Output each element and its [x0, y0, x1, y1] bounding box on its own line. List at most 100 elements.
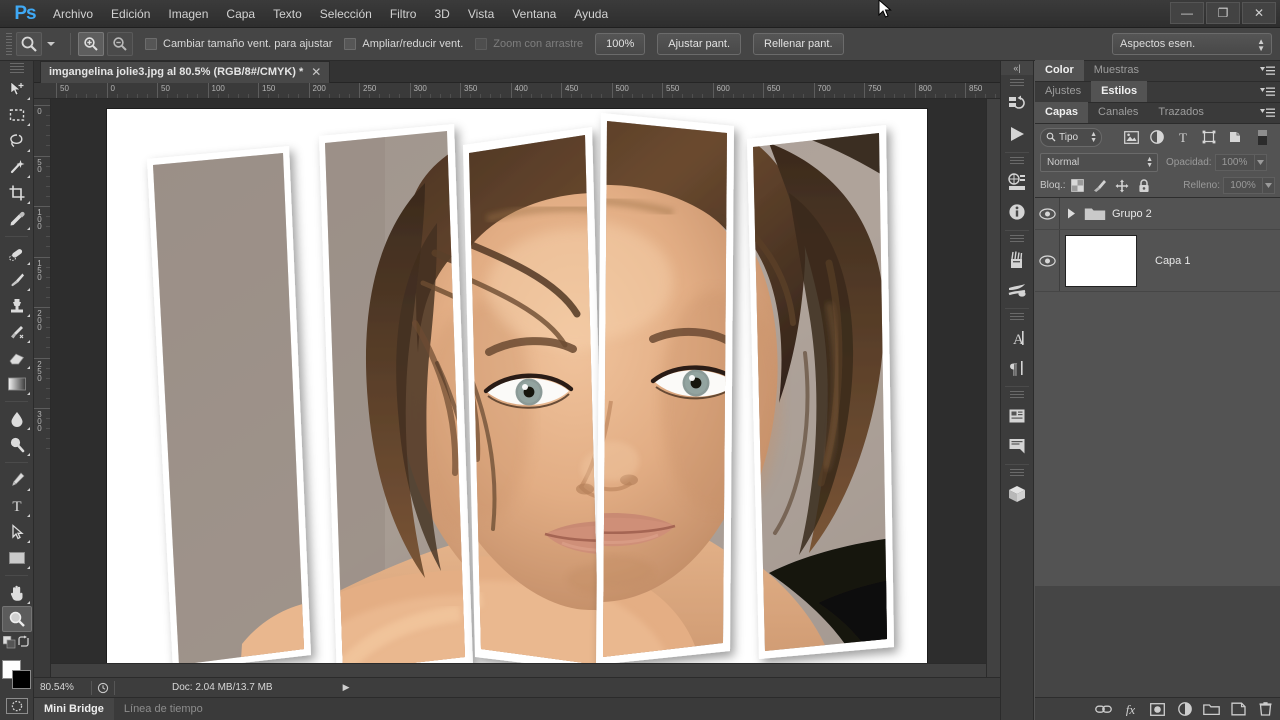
swap-colors-icon[interactable]: [17, 635, 30, 648]
quick-mask-icon[interactable]: [6, 698, 28, 714]
menu-vista[interactable]: Vista: [459, 0, 503, 28]
layer-filter-type-select[interactable]: Tipo ▲▼: [1040, 128, 1102, 147]
smart-object-filter-icon[interactable]: [1222, 126, 1248, 148]
eyedropper-tool[interactable]: [2, 206, 32, 232]
character-icon[interactable]: A: [1002, 323, 1032, 353]
brush-icon[interactable]: [1002, 275, 1032, 305]
dock-gripper[interactable]: [1010, 313, 1024, 321]
new-layer-icon[interactable]: [1230, 701, 1247, 718]
dodge-tool[interactable]: [2, 432, 32, 458]
tab-capas[interactable]: Capas: [1035, 102, 1088, 123]
close-icon[interactable]: ✕: [311, 62, 321, 83]
tab-muestras[interactable]: Muestras: [1084, 60, 1149, 81]
actions-icon[interactable]: [1002, 119, 1032, 149]
eraser-tool[interactable]: [2, 345, 32, 371]
tab-estilos[interactable]: Estilos: [1091, 81, 1147, 102]
lock-all-icon[interactable]: [1134, 177, 1154, 195]
tab-mini-bridge[interactable]: Mini Bridge: [34, 698, 114, 720]
layer-thumbnail[interactable]: [1065, 235, 1137, 287]
gradient-tool[interactable]: [2, 371, 32, 397]
clone-stamp-tool[interactable]: [2, 293, 32, 319]
document-canvas[interactable]: [107, 109, 927, 673]
menu-edicion[interactable]: Edición: [102, 0, 159, 28]
color-swatches[interactable]: [1, 660, 33, 690]
checkbox-zoom-windows-box[interactable]: [344, 38, 356, 50]
filter-toggle-icon[interactable]: [1249, 126, 1275, 148]
adjustment-filter-icon[interactable]: [1144, 126, 1170, 148]
minimize-button[interactable]: —: [1170, 2, 1204, 24]
menu-ventana[interactable]: Ventana: [503, 0, 565, 28]
move-tool[interactable]: [2, 76, 32, 102]
lasso-tool[interactable]: [2, 128, 32, 154]
marquee-tool[interactable]: [2, 102, 32, 128]
type-tool[interactable]: T: [2, 493, 32, 519]
close-button[interactable]: ✕: [1242, 2, 1276, 24]
fit-screen-button[interactable]: Ajustar pant.: [657, 33, 741, 55]
checkbox-scrubby-zoom-box[interactable]: [475, 38, 487, 50]
opacity-field[interactable]: 100%: [1215, 154, 1255, 171]
layer-list[interactable]: Grupo 2 Capa 1: [1035, 198, 1280, 586]
opacity-stepper[interactable]: [1254, 154, 1267, 171]
table-row[interactable]: Grupo 2: [1035, 198, 1280, 230]
clock-icon[interactable]: [97, 682, 109, 694]
tab-color[interactable]: Color: [1035, 60, 1084, 81]
checkbox-zoom-windows[interactable]: Ampliar/reducir vent.: [344, 38, 463, 50]
checkbox-scrubby-zoom[interactable]: Zoom con arrastre: [475, 38, 583, 50]
tools-panel-gripper[interactable]: [10, 63, 24, 73]
checkbox-resize-window-box[interactable]: [145, 38, 157, 50]
layer-mask-icon[interactable]: [1149, 701, 1166, 718]
menu-texto[interactable]: Texto: [264, 0, 311, 28]
layer-style-fx-icon[interactable]: fx: [1122, 701, 1139, 718]
workspace-selector[interactable]: Aspectos esen. ▲▼: [1112, 33, 1272, 55]
lock-image-icon[interactable]: [1090, 177, 1110, 195]
tab-trazados[interactable]: Trazados: [1148, 102, 1213, 123]
kuler-icon[interactable]: [1002, 431, 1032, 461]
menu-filtro[interactable]: Filtro: [381, 0, 426, 28]
horizontal-ruler[interactable]: 5005010015020025030035040045050055060065…: [34, 83, 1000, 99]
menu-seleccion[interactable]: Selección: [311, 0, 381, 28]
healing-brush-tool[interactable]: [2, 241, 32, 267]
background-color-swatch[interactable]: [12, 670, 31, 689]
zoom-tool[interactable]: [2, 606, 32, 632]
canvas-vertical-scrollbar[interactable]: [986, 99, 1000, 677]
play-arrow-icon[interactable]: ▶: [343, 682, 350, 693]
pen-tool[interactable]: [2, 467, 32, 493]
layer-visibility-toggle[interactable]: [1035, 255, 1059, 267]
menu-archivo[interactable]: Archivo: [44, 0, 102, 28]
adjustment-layer-icon[interactable]: [1176, 701, 1193, 718]
history-icon[interactable]: [1002, 89, 1032, 119]
menu-3d[interactable]: 3D: [425, 0, 458, 28]
layer-visibility-toggle[interactable]: [1035, 208, 1059, 220]
blend-mode-select[interactable]: Normal ▲▼: [1040, 153, 1158, 172]
default-colors-icon[interactable]: [3, 636, 17, 650]
menu-ayuda[interactable]: Ayuda: [565, 0, 617, 28]
brush-tool[interactable]: [2, 267, 32, 293]
lock-position-icon[interactable]: [1112, 177, 1132, 195]
options-bar-gripper[interactable]: [6, 33, 12, 55]
dock-gripper[interactable]: [1010, 157, 1024, 165]
canvas-horizontal-scrollbar[interactable]: [51, 663, 986, 677]
tab-linea-de-tiempo[interactable]: Línea de tiempo: [114, 698, 213, 720]
tab-canales[interactable]: Canales: [1088, 102, 1148, 123]
zoom-in-button[interactable]: [78, 32, 104, 56]
menu-imagen[interactable]: Imagen: [159, 0, 217, 28]
vertical-ruler[interactable]: 050100150200250300: [34, 99, 51, 677]
zoom-level-field[interactable]: 80.54%: [34, 682, 86, 693]
info-icon[interactable]: [1002, 197, 1032, 227]
dock-gripper[interactable]: [1010, 469, 1024, 477]
paragraph-icon[interactable]: ¶: [1002, 353, 1032, 383]
fill-field[interactable]: 100%: [1223, 177, 1263, 194]
path-selection-tool[interactable]: [2, 519, 32, 545]
zoom-100-button[interactable]: 100%: [595, 33, 645, 55]
checkbox-resize-window[interactable]: Cambiar tamaño vent. para ajustar: [145, 38, 332, 50]
panel-menu-icon[interactable]: [1259, 86, 1275, 98]
new-group-icon[interactable]: [1203, 701, 1220, 718]
dock-gripper[interactable]: [1010, 235, 1024, 243]
fill-screen-button[interactable]: Rellenar pant.: [753, 33, 844, 55]
mini-bridge-icon[interactable]: [1002, 167, 1032, 197]
tab-ajustes[interactable]: Ajustes: [1035, 81, 1091, 102]
dock-gripper[interactable]: [1010, 79, 1024, 87]
dock-gripper[interactable]: [1010, 391, 1024, 399]
restore-button[interactable]: ❐: [1206, 2, 1240, 24]
chevron-right-icon[interactable]: [1067, 208, 1076, 219]
